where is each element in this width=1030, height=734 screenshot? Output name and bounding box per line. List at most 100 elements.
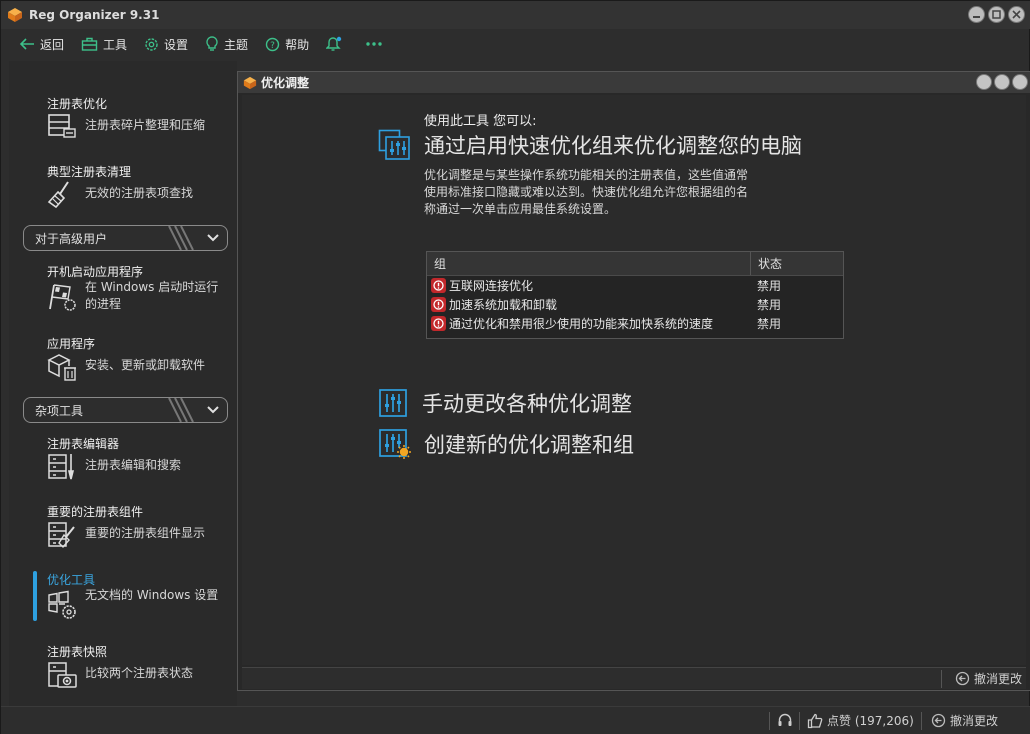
sidebar-item-startup[interactable]: 开机启动应用程序 在 Windows 启动时运行的进程 (9, 257, 237, 319)
more-button[interactable] (365, 41, 388, 47)
registry-defrag-icon (48, 114, 76, 138)
child-minimize-button[interactable] (976, 74, 992, 90)
error-icon (431, 316, 446, 331)
sidebar-item-tweaks[interactable]: 优化工具 无文档的 Windows 设置 (9, 565, 237, 627)
app-logo-icon (243, 76, 257, 89)
likes-count: 点赞 (197,206) (827, 714, 914, 728)
sidebar-item-title: 重要的注册表组件 (47, 505, 144, 519)
status-bar: 点赞 (197,206) 撤消更改 (1, 706, 1030, 734)
tweaks-window: 优化调整 使用此工具 您可以: 通过启用快速优化组来优化调整您的电脑 优化调整是… (237, 71, 1030, 691)
headset-icon (778, 713, 792, 726)
error-icon (431, 278, 446, 293)
child-maximize-button[interactable] (994, 74, 1010, 90)
group-header-label: 杂项工具 (35, 403, 84, 418)
sliders-icon (379, 389, 407, 417)
sliders-stack-icon (378, 129, 410, 160)
undo-label: 撤消更改 (950, 714, 999, 728)
sliders-sun-icon (379, 429, 411, 459)
undo-label: 撤消更改 (973, 672, 1022, 686)
undo-icon (931, 713, 946, 728)
chevron-down-icon (207, 234, 219, 242)
title-bar: Reg Organizer 9.31 (1, 1, 1030, 29)
sidebar-item-desc: 注册表碎片整理和压缩 (85, 118, 206, 132)
separator (921, 712, 922, 730)
maximize-button[interactable] (988, 6, 1005, 23)
sidebar-item-title: 注册表编辑器 (47, 437, 120, 451)
manual-tweaks-link[interactable]: 手动更改各种优化调整 (378, 388, 632, 418)
registry-components-icon (48, 522, 75, 549)
sidebar-item-title: 开机启动应用程序 (47, 265, 144, 279)
back-label: 返回 (40, 37, 65, 52)
groups-table: 组 状态 互联网连接优化 禁用 加速系统加载和卸载 禁用 通过优化和禁用很少使用… (426, 251, 844, 339)
toolbar: 返回 工具 设置 主题 ? 帮助 (9, 29, 1023, 59)
like-button[interactable]: 点赞 (197,206) (807, 712, 914, 729)
child-close-button[interactable] (1012, 74, 1028, 90)
theme-button[interactable]: 主题 (205, 36, 248, 53)
sidebar-item-title: 应用程序 (47, 337, 96, 351)
toolbox-icon (81, 37, 98, 51)
column-header-status[interactable]: 状态 (751, 252, 841, 275)
sidebar-item-desc: 比较两个注册表状态 (85, 666, 194, 680)
column-header-group[interactable]: 组 (427, 252, 751, 275)
active-indicator (33, 571, 37, 621)
sidebar: 注册表优化 注册表碎片整理和压缩 典型注册表清理 无效的注册表项查找 对于高级用… (9, 61, 237, 706)
sidebar-item-title: 优化工具 (47, 573, 96, 587)
sidebar-item-registry-snapshot[interactable]: 注册表快照 比较两个注册表状态 (9, 637, 237, 693)
stripes-decoration (168, 398, 194, 422)
sidebar-item-title: 注册表优化 (47, 97, 108, 111)
question-circle-icon: ? (265, 37, 280, 51)
undo-changes-button[interactable]: 撤消更改 (955, 670, 1022, 687)
tools-label: 工具 (103, 37, 128, 52)
bell-icon (326, 36, 342, 51)
window-title: Reg Organizer 9.31 (29, 8, 160, 22)
intro-text: 使用此工具 您可以: (424, 114, 537, 129)
sidebar-item-registry-optimize[interactable]: 注册表优化 注册表碎片整理和压缩 (9, 89, 237, 145)
quick-groups-link[interactable]: 通过启用快速优化组来优化调整您的电脑 (378, 129, 802, 161)
tweaks-window-title: 优化调整 (261, 76, 310, 90)
sidebar-item-applications[interactable]: 应用程序 安装、更新或卸载软件 (9, 329, 237, 385)
tweaks-status-bar: 撤消更改 (242, 667, 1026, 689)
notifications-button[interactable] (326, 36, 348, 52)
minimize-button[interactable] (968, 6, 985, 23)
registry-editor-icon (48, 454, 75, 480)
tweaks-description: 优化调整是与某些操作系统功能相关的注册表值，这些值通常使用标准接口隐藏或难以达到… (424, 168, 749, 216)
separator (799, 712, 800, 730)
section-create-tweaks-title: 创建新的优化调整和组 (424, 433, 634, 457)
close-button[interactable] (1008, 6, 1025, 23)
error-icon (431, 297, 446, 312)
tools-button[interactable]: 工具 (81, 36, 127, 53)
camera-icon (48, 662, 77, 688)
table-row[interactable]: 加速系统加载和卸载 禁用 (427, 295, 843, 314)
undo-changes-status-button[interactable]: 撤消更改 (931, 712, 998, 729)
group-status: 禁用 (757, 279, 782, 293)
sidebar-item-registry-editor[interactable]: 注册表编辑器 注册表编辑和搜索 (9, 429, 237, 485)
help-label: 帮助 (285, 37, 310, 52)
sidebar-item-title: 注册表快照 (47, 645, 108, 659)
help-button[interactable]: ? 帮助 (265, 36, 309, 53)
app-logo-icon (8, 8, 22, 22)
table-row[interactable]: 通过优化和禁用很少使用的功能来加快系统的速度 禁用 (427, 314, 843, 333)
sidebar-item-registry-clean[interactable]: 典型注册表清理 无效的注册表项查找 (9, 157, 237, 213)
group-name: 加速系统加载和卸载 (449, 298, 558, 312)
settings-button[interactable]: 设置 (144, 36, 188, 53)
table-row[interactable]: 互联网连接优化 禁用 (427, 276, 843, 295)
chevron-down-icon (207, 406, 219, 414)
tweaks-content: 使用此工具 您可以: 通过启用快速优化组来优化调整您的电脑 优化调整是与某些操作… (242, 95, 1026, 665)
support-button[interactable] (777, 712, 797, 728)
broom-icon (47, 181, 69, 209)
group-header-advanced[interactable]: 对于高级用户 (23, 225, 228, 251)
more-dots-icon (366, 42, 382, 46)
sidebar-item-registry-components[interactable]: 重要的注册表组件 重要的注册表组件显示 (9, 497, 237, 553)
group-header-misc[interactable]: 杂项工具 (23, 397, 228, 423)
separator (941, 670, 942, 688)
startup-flag-icon (49, 284, 76, 311)
sidebar-item-desc: 无效的注册表项查找 (85, 186, 194, 200)
group-header-label: 对于高级用户 (35, 231, 108, 246)
maximize-icon (992, 10, 1001, 19)
window-controls (968, 6, 1025, 23)
create-tweaks-link[interactable]: 创建新的优化调整和组 (378, 428, 634, 460)
svg-text:?: ? (270, 41, 275, 51)
back-button[interactable]: 返回 (19, 36, 64, 53)
sidebar-item-desc: 注册表编辑和搜索 (85, 458, 182, 472)
section-manual-tweaks-title: 手动更改各种优化调整 (422, 392, 632, 416)
